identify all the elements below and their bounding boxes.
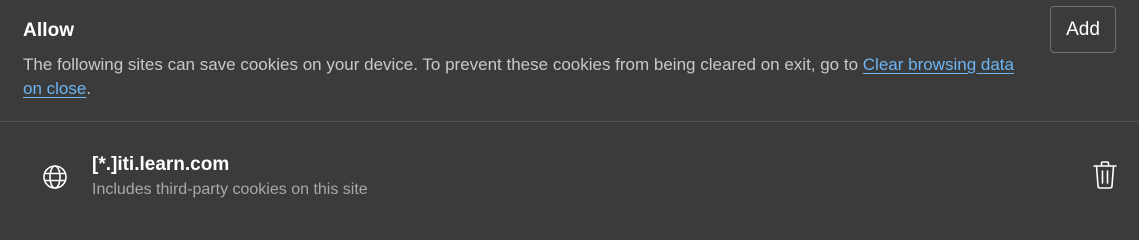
allow-section-header: Allow The following sites can save cooki… — [0, 0, 1139, 121]
site-detail: Includes third-party cookies on this sit… — [92, 181, 368, 198]
globe-icon — [42, 164, 68, 190]
cookie-allow-panel: Allow The following sites can save cooki… — [0, 0, 1139, 230]
section-description: The following sites can save cookies on … — [23, 53, 1033, 101]
description-text: The following sites can save cookies on … — [23, 55, 863, 74]
description-end: . — [86, 79, 92, 98]
section-title: Allow — [23, 20, 75, 41]
site-name: [*.]iti.learn.com — [92, 154, 230, 175]
add-site-button[interactable]: Add — [1050, 6, 1116, 53]
site-list-item: [*.]iti.learn.com Includes third-party c… — [0, 122, 1139, 230]
trash-icon[interactable] — [1092, 160, 1118, 190]
